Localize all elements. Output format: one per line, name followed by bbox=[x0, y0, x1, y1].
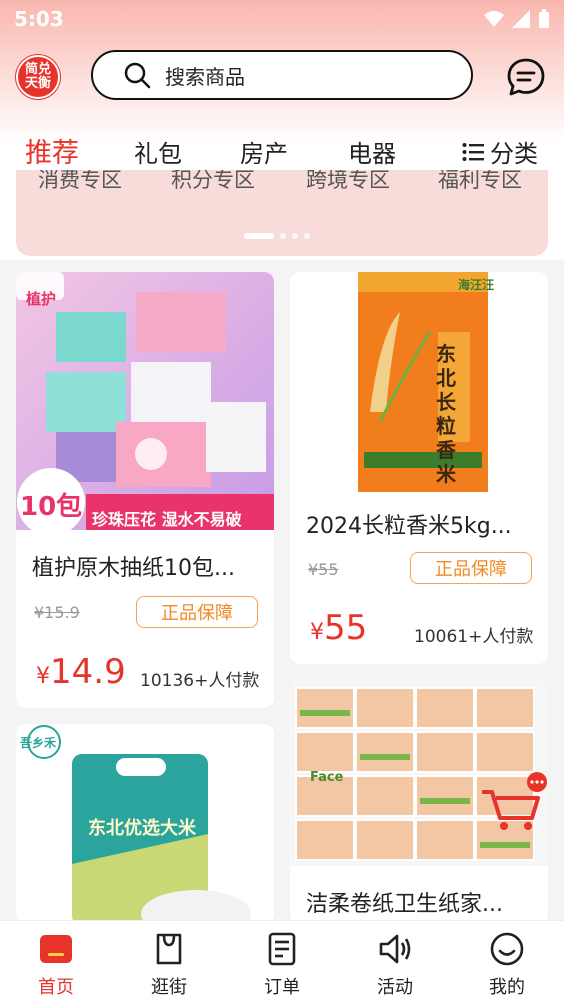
list-icon bbox=[462, 142, 484, 161]
sold-count: 10061+人付款 bbox=[414, 627, 534, 647]
product-price: ¥55 bbox=[310, 608, 367, 648]
app-logo[interactable]: 简兑天衡 bbox=[16, 55, 60, 99]
zone-banner: 消费专区 积分专区 跨境专区 福利专区 bbox=[16, 170, 548, 256]
sold-count: 10136+人付款 bbox=[140, 671, 260, 691]
shopping-cart-icon[interactable] bbox=[478, 772, 548, 832]
product-title[interactable]: 2024长粒香米5kg... bbox=[306, 508, 536, 540]
nav-label: 活动 bbox=[377, 977, 413, 998]
tab-category[interactable]: 分类 bbox=[462, 134, 538, 169]
original-price: ¥55 bbox=[308, 560, 339, 579]
pagination-dot bbox=[292, 233, 298, 239]
battery-icon bbox=[539, 9, 549, 28]
nav-label: 首页 bbox=[38, 977, 74, 998]
search-icon bbox=[124, 62, 151, 89]
product-title[interactable]: 植护原木抽纸10包... bbox=[32, 550, 262, 582]
product-card[interactable]: 植护 10包 珍珠压花 湿水不易破 植护原木抽纸10包... ¥15.9 正品保… bbox=[16, 272, 274, 708]
shopping-bag-icon bbox=[156, 933, 182, 965]
pagination-dot bbox=[244, 233, 274, 239]
price-value: 14.9 bbox=[50, 652, 126, 692]
logo-text: 简兑天衡 bbox=[24, 62, 51, 91]
tab-recommend[interactable]: 推荐 bbox=[25, 131, 79, 170]
image-product-name: 东北优选大米 bbox=[88, 818, 196, 839]
banner-pagination bbox=[244, 233, 310, 239]
smile-icon bbox=[490, 932, 524, 966]
pagination-dot bbox=[280, 233, 286, 239]
nav-label: 订单 bbox=[264, 977, 300, 998]
banner-item-points[interactable]: 积分专区 bbox=[171, 170, 255, 194]
nav-mine[interactable]: 我的 bbox=[467, 929, 547, 999]
status-time: 5:03 bbox=[14, 7, 64, 31]
banner-item-consume[interactable]: 消费专区 bbox=[38, 170, 122, 194]
search-placeholder: 搜索商品 bbox=[165, 64, 245, 89]
image-brand: 海汪汪 bbox=[458, 278, 495, 292]
status-icons bbox=[484, 9, 550, 29]
image-brand: 吾乡禾 bbox=[20, 736, 57, 750]
price-currency: ¥ bbox=[36, 664, 50, 689]
status-bar: 5:03 bbox=[0, 0, 564, 38]
image-brand-tag: 植护 bbox=[26, 290, 57, 308]
price-value: 55 bbox=[324, 608, 368, 648]
product-image bbox=[290, 272, 548, 492]
image-count-label: 10包 bbox=[20, 492, 83, 522]
order-icon bbox=[268, 932, 296, 966]
tab-category-label: 分类 bbox=[490, 140, 538, 168]
tab-appliance[interactable]: 电器 bbox=[348, 134, 396, 169]
product-price: ¥14.9 bbox=[36, 652, 126, 692]
banner-item-welfare[interactable]: 福利专区 bbox=[438, 170, 522, 194]
image-brand: Face bbox=[310, 770, 344, 785]
message-icon[interactable] bbox=[506, 57, 546, 97]
nav-home[interactable]: 首页 bbox=[16, 929, 96, 999]
pagination-dot bbox=[304, 233, 310, 239]
wifi-icon bbox=[484, 11, 504, 27]
tab-gift[interactable]: 礼包 bbox=[134, 134, 182, 169]
image-slogan: 珍珠压花 湿水不易破 bbox=[92, 510, 242, 529]
nav-orders[interactable]: 订单 bbox=[242, 929, 322, 999]
nav-label: 我的 bbox=[489, 977, 525, 998]
image-product-name: 东北长粒香米 bbox=[436, 342, 456, 486]
original-price: ¥15.9 bbox=[34, 603, 80, 622]
price-currency: ¥ bbox=[310, 620, 324, 645]
product-title[interactable]: 洁柔卷纸卫生纸家... bbox=[306, 886, 536, 918]
nav-activity[interactable]: 活动 bbox=[355, 929, 435, 999]
product-card[interactable]: 吾乡禾 东北优选大米 bbox=[16, 724, 274, 924]
banner-item-crossborder[interactable]: 跨境专区 bbox=[306, 170, 390, 194]
nav-label: 逛街 bbox=[151, 977, 187, 998]
speaker-icon bbox=[379, 934, 411, 964]
signal-icon bbox=[512, 10, 530, 28]
bottom-nav: 首页 逛街 订单 活动 我的 bbox=[0, 920, 564, 1003]
home-icon bbox=[40, 935, 72, 963]
nav-shopping[interactable]: 逛街 bbox=[129, 929, 209, 999]
search-bar[interactable]: 搜索商品 bbox=[91, 50, 473, 100]
tab-property[interactable]: 房产 bbox=[240, 134, 288, 169]
authentic-badge: 正品保障 bbox=[136, 596, 258, 628]
authentic-badge: 正品保障 bbox=[410, 552, 532, 584]
product-card[interactable]: 海汪汪 东北长粒香米 2024长粒香米5kg... ¥55 正品保障 ¥55 1… bbox=[290, 272, 548, 664]
